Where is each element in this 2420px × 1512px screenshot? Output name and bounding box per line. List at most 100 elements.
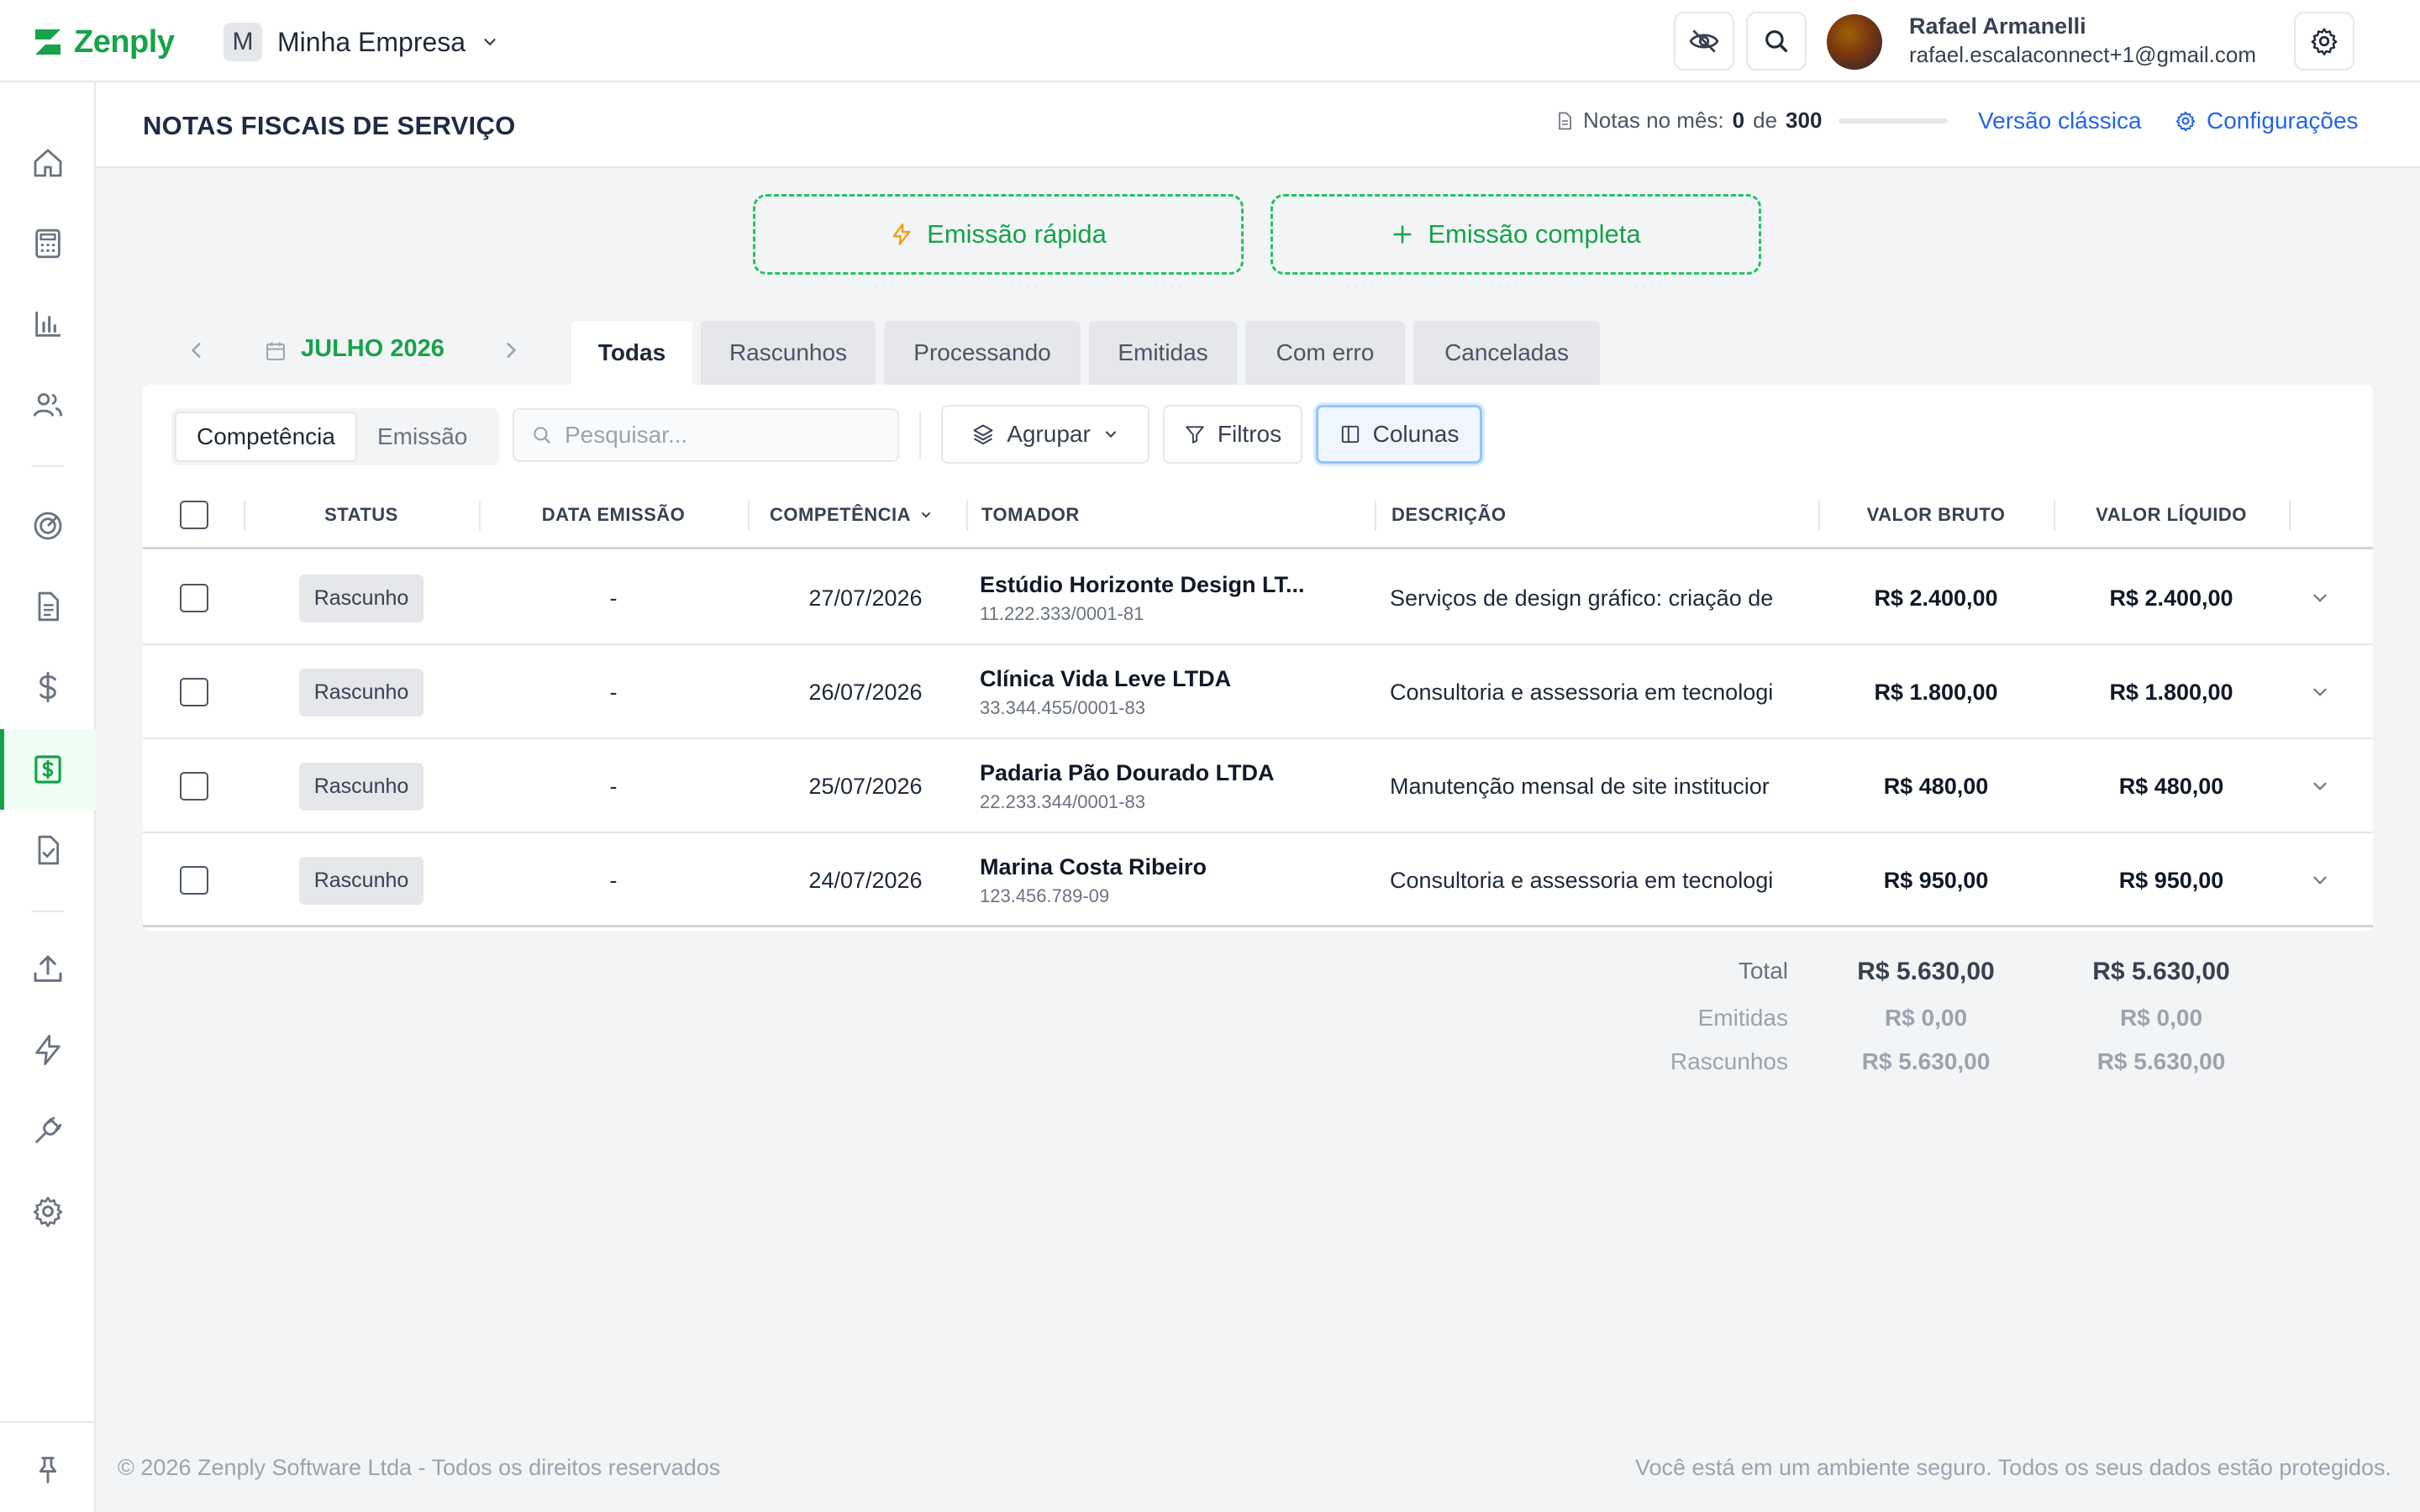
hide-values-button[interactable]: [1674, 12, 1734, 71]
row-checkbox[interactable]: [180, 645, 208, 739]
table-row[interactable]: Rascunho - 26/07/2026 Clínica Vida Leve …: [143, 645, 2373, 739]
net-value: R$ 2.400,00: [2109, 585, 2233, 611]
lightning-icon: [35, 1034, 60, 1066]
row-checkbox[interactable]: [180, 551, 208, 645]
tab-processing[interactable]: Processando: [884, 321, 1081, 385]
expand-row-button[interactable]: [2309, 645, 2331, 739]
gross-value: R$ 480,00: [1883, 773, 1989, 799]
sort-desc-icon: [922, 512, 931, 518]
chevron-down-icon: [2313, 876, 2327, 885]
net-value: R$ 950,00: [2118, 867, 2224, 893]
current-period[interactable]: JULHO 2026: [301, 335, 445, 363]
filters-button[interactable]: Filtros: [1163, 405, 1302, 464]
pin-icon: [39, 1457, 57, 1483]
settings-button[interactable]: [2294, 12, 2354, 71]
gross-value: R$ 1.800,00: [1874, 679, 1998, 705]
gear-icon: [2311, 28, 2338, 55]
client-name: Estúdio Horizonte Design LT...: [980, 571, 1305, 597]
chevron-right-icon: [507, 343, 517, 358]
status-badge: Rascunho: [298, 762, 424, 811]
sidebar-item-service-invoices[interactable]: [28, 749, 68, 790]
invoices-panel: Competência Emissão Agrupar Filtros Colu…: [143, 385, 2373, 931]
tab-all[interactable]: Todas: [571, 321, 692, 385]
sidebar-item-approved-documents[interactable]: [28, 830, 68, 870]
classic-version-link[interactable]: Versão clássica: [1978, 108, 2142, 134]
sidebar-item-calculator[interactable]: [28, 223, 68, 264]
sidebar-item-settings[interactable]: [28, 1191, 68, 1231]
company-selector[interactable]: M Minha Empresa: [224, 22, 499, 62]
sidebar-item-clients[interactable]: [28, 385, 68, 425]
sidebar-bottom-divider: [0, 1421, 96, 1423]
columns-button[interactable]: Colunas: [1316, 405, 1482, 464]
home-icon: [34, 149, 62, 177]
previous-month-button[interactable]: [183, 334, 210, 366]
row-checkbox[interactable]: [180, 833, 208, 927]
configurations-link[interactable]: Configurações: [2175, 108, 2359, 134]
date-mode-competence[interactable]: Competência: [175, 412, 357, 462]
col-status[interactable]: STATUS: [244, 480, 479, 549]
sidebar-item-reports[interactable]: [28, 304, 68, 344]
total-gross: R$ 5.630,00: [1857, 958, 1995, 985]
row-checkbox[interactable]: [180, 739, 208, 833]
zenply-logo-icon: [35, 29, 60, 55]
issue-date: -: [609, 679, 618, 705]
group-button[interactable]: Agrupar: [941, 405, 1150, 464]
date-mode-issue[interactable]: Emissão: [357, 412, 487, 462]
complete-emission-button[interactable]: Emissão completa: [1270, 194, 1761, 275]
chevron-down-icon: [484, 39, 496, 46]
col-gross-value[interactable]: VALOR BRUTO: [1818, 480, 2054, 549]
search-input[interactable]: [565, 422, 884, 449]
table-row[interactable]: Rascunho - 25/07/2026 Padaria Pão Dourad…: [143, 739, 2373, 833]
dollar-icon: [39, 671, 56, 703]
tab-drafts[interactable]: Rascunhos: [701, 321, 876, 385]
next-month-button[interactable]: [497, 334, 524, 366]
filters-label: Filtros: [1217, 421, 1282, 447]
col-competence[interactable]: COMPETÊNCIA: [770, 480, 933, 549]
expand-row-button[interactable]: [2309, 551, 2331, 645]
sidebar-pin-button[interactable]: [28, 1450, 68, 1490]
description: Consultoria e assessoria em tecnologi: [1390, 867, 1774, 893]
table-row[interactable]: Rascunho - 24/07/2026 Marina Costa Ribei…: [143, 833, 2373, 927]
col-issue-date[interactable]: DATA EMISSÃO: [479, 480, 748, 549]
target-icon: [34, 512, 62, 540]
sidebar-item-integrations[interactable]: [28, 1110, 68, 1151]
monthly-notes-usage: Notas no mês: 0 de 300: [1555, 108, 1949, 134]
top-bar: Zenply M Minha Empresa Rafael Armanelli …: [0, 0, 2420, 82]
document-icon: [38, 591, 60, 622]
tab-issued[interactable]: Emitidas: [1089, 321, 1237, 385]
lightning-icon: [892, 223, 911, 245]
table-header: STATUS DATA EMISSÃO COMPETÊNCIA TOMADOR …: [143, 480, 2373, 549]
expand-row-button[interactable]: [2309, 833, 2331, 927]
sidebar-item-home[interactable]: [28, 143, 68, 183]
search-button[interactable]: [1746, 12, 1807, 71]
expand-row-button[interactable]: [2309, 739, 2331, 833]
col-competence-label: COMPETÊNCIA: [770, 504, 912, 525]
sidebar-divider: [32, 465, 64, 467]
client-document: 11.222.333/0001-81: [980, 602, 1144, 624]
select-all-checkbox[interactable]: [180, 480, 208, 549]
col-client[interactable]: TOMADOR: [981, 480, 1080, 549]
sidebar-item-documents[interactable]: [28, 586, 68, 627]
sidebar-item-finance[interactable]: [28, 667, 68, 707]
total-label: Total: [1738, 958, 1788, 984]
calculator-icon: [35, 228, 60, 259]
logo[interactable]: Zenply: [32, 24, 175, 60]
group-label: Agrupar: [1007, 421, 1091, 447]
col-net-value[interactable]: VALOR LÍQUIDO: [2054, 480, 2289, 549]
client-document: 22.233.344/0001-83: [980, 790, 1145, 812]
sidebar-item-automations[interactable]: [28, 1030, 68, 1070]
notes-limit: 300: [1786, 108, 1823, 133]
tab-cancelled[interactable]: Canceladas: [1413, 321, 1600, 385]
user-name[interactable]: Rafael Armanelli: [1909, 13, 2086, 39]
user-email[interactable]: rafael.escalaconnect+1@gmail.com: [1909, 42, 2256, 68]
gross-value: R$ 950,00: [1883, 867, 1989, 893]
tab-with-error[interactable]: Com erro: [1245, 321, 1405, 385]
table-row[interactable]: Rascunho - 27/07/2026 Estúdio Horizonte …: [143, 551, 2373, 645]
user-avatar[interactable]: [1827, 14, 1882, 70]
client-name: Clínica Vida Leve LTDA: [980, 665, 1232, 691]
sidebar-item-goals[interactable]: [28, 506, 68, 546]
quick-emission-button[interactable]: Emissão rápida: [753, 194, 1244, 275]
col-description[interactable]: DESCRIÇÃO: [1392, 480, 1507, 549]
plus-icon: [1393, 225, 1412, 244]
sidebar-item-upload[interactable]: [28, 949, 68, 990]
